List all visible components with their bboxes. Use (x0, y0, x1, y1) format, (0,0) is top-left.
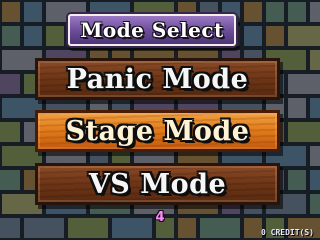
vs-mode-button[interactable]: VS Mode (35, 163, 280, 205)
panic-mode-label: Panic Mode (66, 63, 249, 95)
screen-title: Mode Select (80, 18, 224, 42)
title-plate: Mode Select (68, 14, 236, 46)
mode-select-screen: Mode Select Panic Mode Stage Mode VS Mod… (0, 0, 320, 240)
credit-counter: 0 CREDIT(S) (261, 228, 314, 237)
countdown-timer: 4 (155, 210, 165, 225)
panic-mode-button[interactable]: Panic Mode (35, 58, 280, 100)
vs-mode-label: VS Mode (88, 168, 227, 200)
stage-mode-button[interactable]: Stage Mode (35, 110, 280, 152)
stage-mode-label: Stage Mode (65, 115, 250, 147)
